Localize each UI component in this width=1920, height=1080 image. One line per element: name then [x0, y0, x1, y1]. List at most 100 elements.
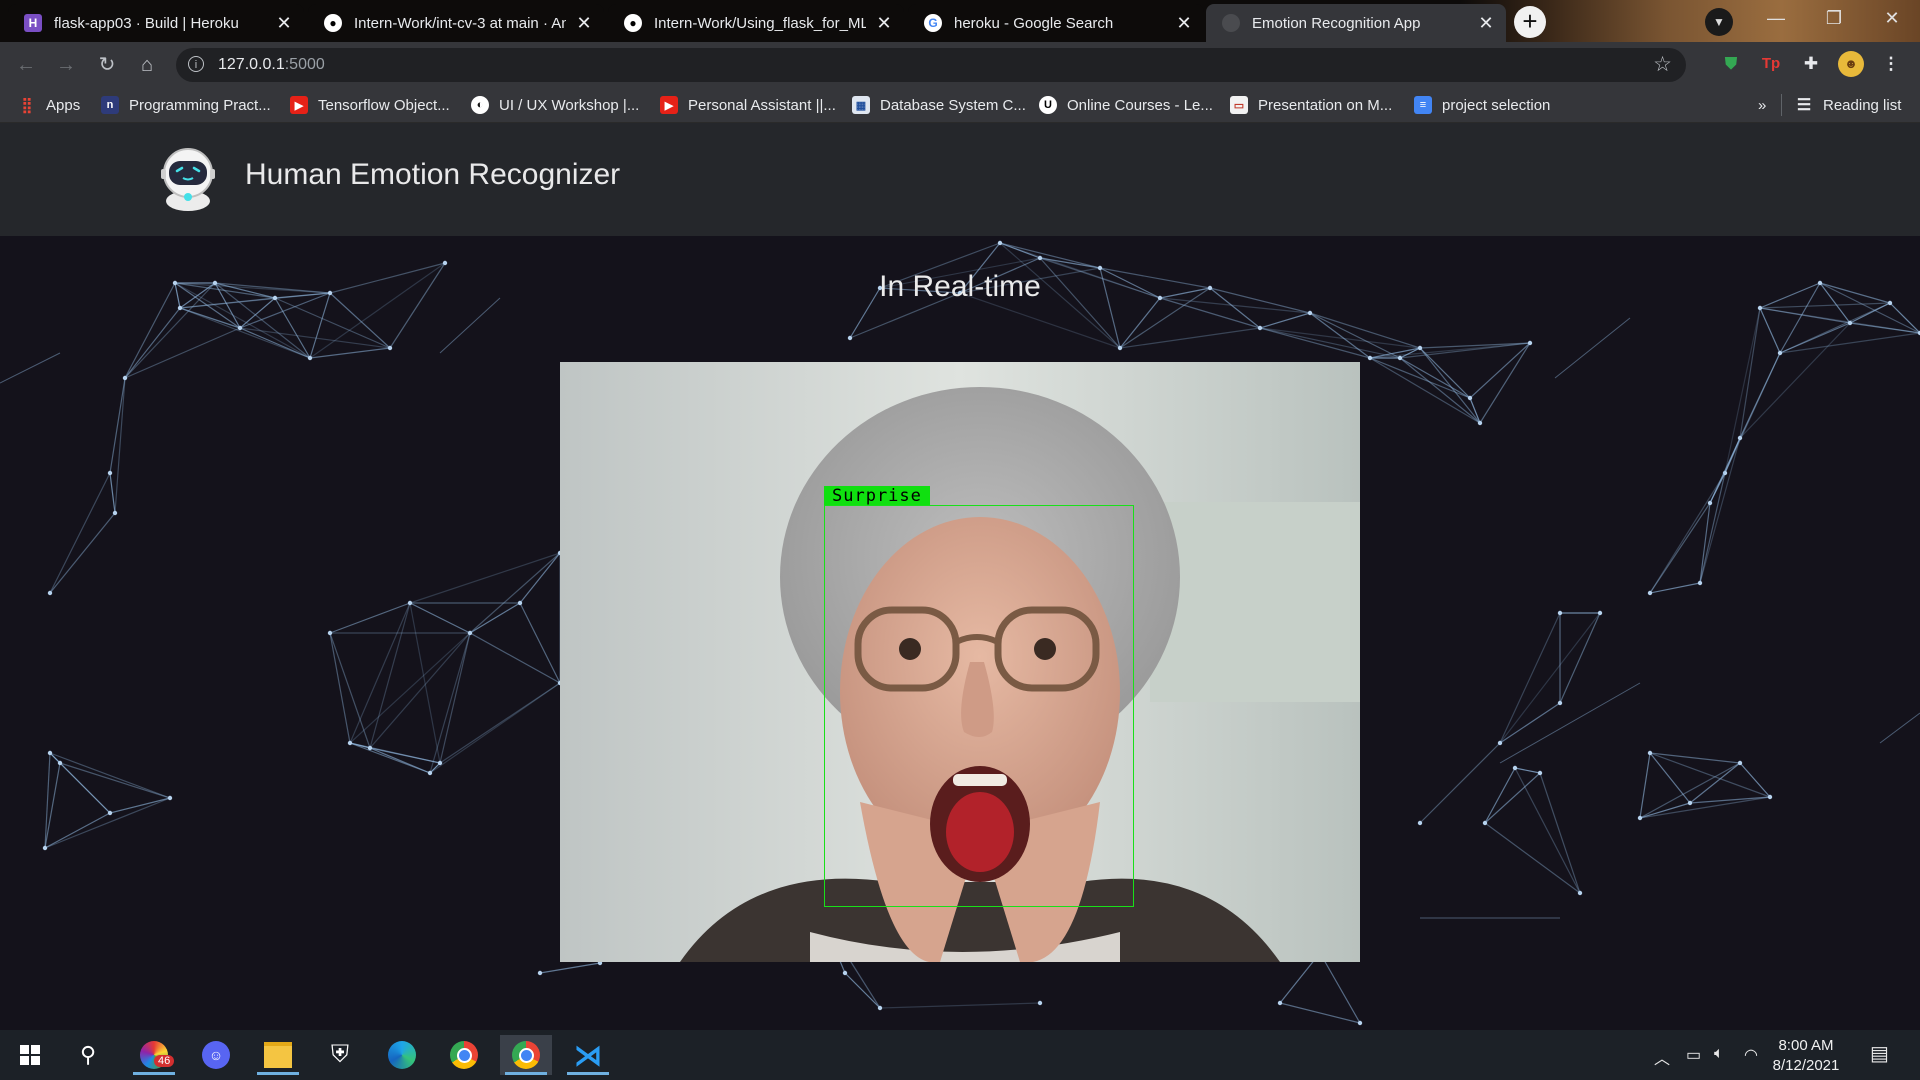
tab-heroku-build[interactable]: H flask-app03 · Build | Heroku ✕	[8, 4, 304, 42]
tp-extension-icon[interactable]: Tp	[1758, 51, 1784, 77]
network-line	[329, 602, 411, 634]
show-hidden-icons[interactable]: ︿	[1654, 1045, 1670, 1069]
network-line	[109, 472, 116, 514]
network-line	[369, 747, 441, 764]
network-node	[1357, 1020, 1363, 1026]
network-line	[1699, 472, 1726, 584]
bookmark-database-system[interactable]: ▦ Database System C...	[852, 94, 1026, 116]
network-line	[1484, 822, 1581, 894]
search-icon[interactable]: ⚲	[62, 1035, 114, 1075]
bookmark-label: UI / UX Workshop |...	[499, 96, 640, 114]
network-node	[842, 970, 848, 976]
file-explorer-icon[interactable]	[252, 1035, 304, 1075]
robot-logo-icon	[161, 148, 215, 211]
network-line	[1119, 297, 1161, 349]
tab-close-icon[interactable]: ✕	[574, 13, 594, 34]
network-line	[349, 602, 411, 744]
network-node	[107, 470, 113, 476]
bookmarks-overflow-button[interactable]: »	[1758, 94, 1766, 116]
network-node	[1512, 765, 1518, 771]
bookmark-ui-ux-workshop[interactable]: ◐ UI / UX Workshop |...	[471, 94, 639, 116]
menu-kebab-icon[interactable]: ⋮	[1878, 51, 1904, 77]
bookmark-online-courses[interactable]: U Online Courses - Le...	[1039, 94, 1213, 116]
back-icon[interactable]: ←	[12, 51, 40, 79]
reload-icon[interactable]: ↻	[93, 51, 121, 79]
tab-close-icon[interactable]: ✕	[1476, 13, 1496, 34]
shield-extension-icon[interactable]: ⛊	[1718, 51, 1744, 77]
tab-search-icon[interactable]: ▼	[1705, 8, 1733, 36]
windows-security-icon[interactable]: ⛨	[314, 1035, 366, 1075]
bookmark-label: Database System C...	[880, 96, 1026, 114]
address-bar[interactable]: i 127.0.0.1:5000 ☆	[176, 48, 1686, 82]
extensions-puzzle-icon[interactable]: ✚	[1798, 51, 1824, 77]
reading-list-button[interactable]: ☰ Reading list	[1795, 94, 1902, 116]
network-line	[1319, 952, 1361, 1024]
wifi-icon[interactable]: ◠	[1744, 1045, 1758, 1065]
tab-close-icon[interactable]: ✕	[1174, 13, 1194, 34]
new-tab-button[interactable]: +	[1514, 6, 1546, 38]
minimize-icon[interactable]: —	[1756, 8, 1796, 29]
bookmark-site-icon: n	[101, 96, 119, 114]
browser-toolbar: ← → ↻ ⌂ i 127.0.0.1:5000 ☆ ⛊ Tp ✚ ☻ ⋮	[0, 42, 1920, 88]
restore-icon[interactable]: ❐	[1814, 8, 1854, 29]
tab-github-int-cv-3[interactable]: ● Intern-Work/int-cv-3 at main · An ✕	[308, 4, 604, 42]
bookmark-project-selection[interactable]: ≡ project selection	[1414, 94, 1550, 116]
site-info-icon[interactable]: i	[188, 56, 204, 72]
network-line	[409, 602, 441, 764]
network-line	[369, 747, 431, 774]
chrome-active-icon[interactable]	[500, 1035, 552, 1075]
url-text[interactable]: 127.0.0.1:5000	[218, 56, 325, 74]
app-header: Human Emotion Recognizer	[0, 123, 1920, 236]
network-node	[1257, 325, 1263, 331]
close-window-icon[interactable]: ✕	[1872, 8, 1912, 29]
bookmark-tensorflow[interactable]: ▶ Tensorflow Object...	[290, 94, 450, 116]
edge-icon[interactable]	[376, 1035, 428, 1075]
network-line	[1639, 802, 1691, 819]
vscode-icon[interactable]: ⋊	[562, 1035, 614, 1075]
network-line	[329, 632, 371, 749]
network-line	[1259, 327, 1371, 359]
bookmark-programming-practice[interactable]: n Programming Pract...	[101, 94, 271, 116]
tab-github-using-flask[interactable]: ● Intern-Work/Using_flask_for_ML ✕	[608, 4, 904, 42]
youtube-icon: ▶	[660, 96, 678, 114]
tab-title: heroku - Google Search	[954, 14, 1114, 32]
chrome-icon[interactable]	[438, 1035, 490, 1075]
bookmark-star-icon[interactable]: ☆	[1653, 52, 1672, 77]
network-line	[1554, 317, 1631, 379]
notifications-icon[interactable]: ▤	[1870, 1041, 1889, 1066]
network-node	[327, 630, 333, 636]
color-app-icon[interactable]: 46	[128, 1035, 180, 1075]
tab-close-icon[interactable]: ✕	[274, 13, 294, 34]
tab-close-icon[interactable]: ✕	[874, 13, 894, 34]
network-line	[1419, 347, 1471, 399]
bookmark-presentation[interactable]: ▭ Presentation on M...	[1230, 94, 1392, 116]
tab-emotion-recognition-app[interactable]: Emotion Recognition App ✕	[1206, 4, 1506, 42]
network-line	[469, 602, 521, 634]
bookmark-label: Personal Assistant ||...	[688, 96, 836, 114]
network-line	[409, 602, 471, 634]
bookmark-personal-assistant[interactable]: ▶ Personal Assistant ||...	[660, 94, 836, 116]
start-icon[interactable]	[4, 1035, 56, 1075]
discord-icon[interactable]: ☺	[190, 1035, 242, 1075]
network-node	[1482, 820, 1488, 826]
network-line	[519, 552, 561, 604]
network-line	[369, 602, 411, 749]
network-line	[539, 962, 601, 974]
bookmark-apps[interactable]: ⣿ Apps	[18, 94, 81, 116]
volume-icon[interactable]: 🔈︎	[1714, 1045, 1724, 1063]
network-line	[1484, 767, 1516, 824]
running-indicator	[505, 1072, 547, 1075]
tab-google-search[interactable]: G heroku - Google Search ✕	[908, 4, 1204, 42]
youtube-icon: ▶	[290, 96, 308, 114]
network-node	[1497, 740, 1503, 746]
network-node	[1597, 610, 1603, 616]
github-icon: ●	[624, 14, 642, 32]
network-node	[442, 260, 448, 266]
battery-icon[interactable]: ▭	[1686, 1045, 1701, 1065]
home-icon[interactable]: ⌂	[133, 51, 161, 79]
network-node	[1527, 340, 1533, 346]
forward-icon[interactable]: →	[52, 51, 80, 79]
system-clock[interactable]: 8:00 AM 8/12/2021	[1758, 1036, 1854, 1076]
profile-avatar[interactable]: ☻	[1838, 51, 1864, 77]
reading-list-label: Reading list	[1823, 96, 1902, 114]
